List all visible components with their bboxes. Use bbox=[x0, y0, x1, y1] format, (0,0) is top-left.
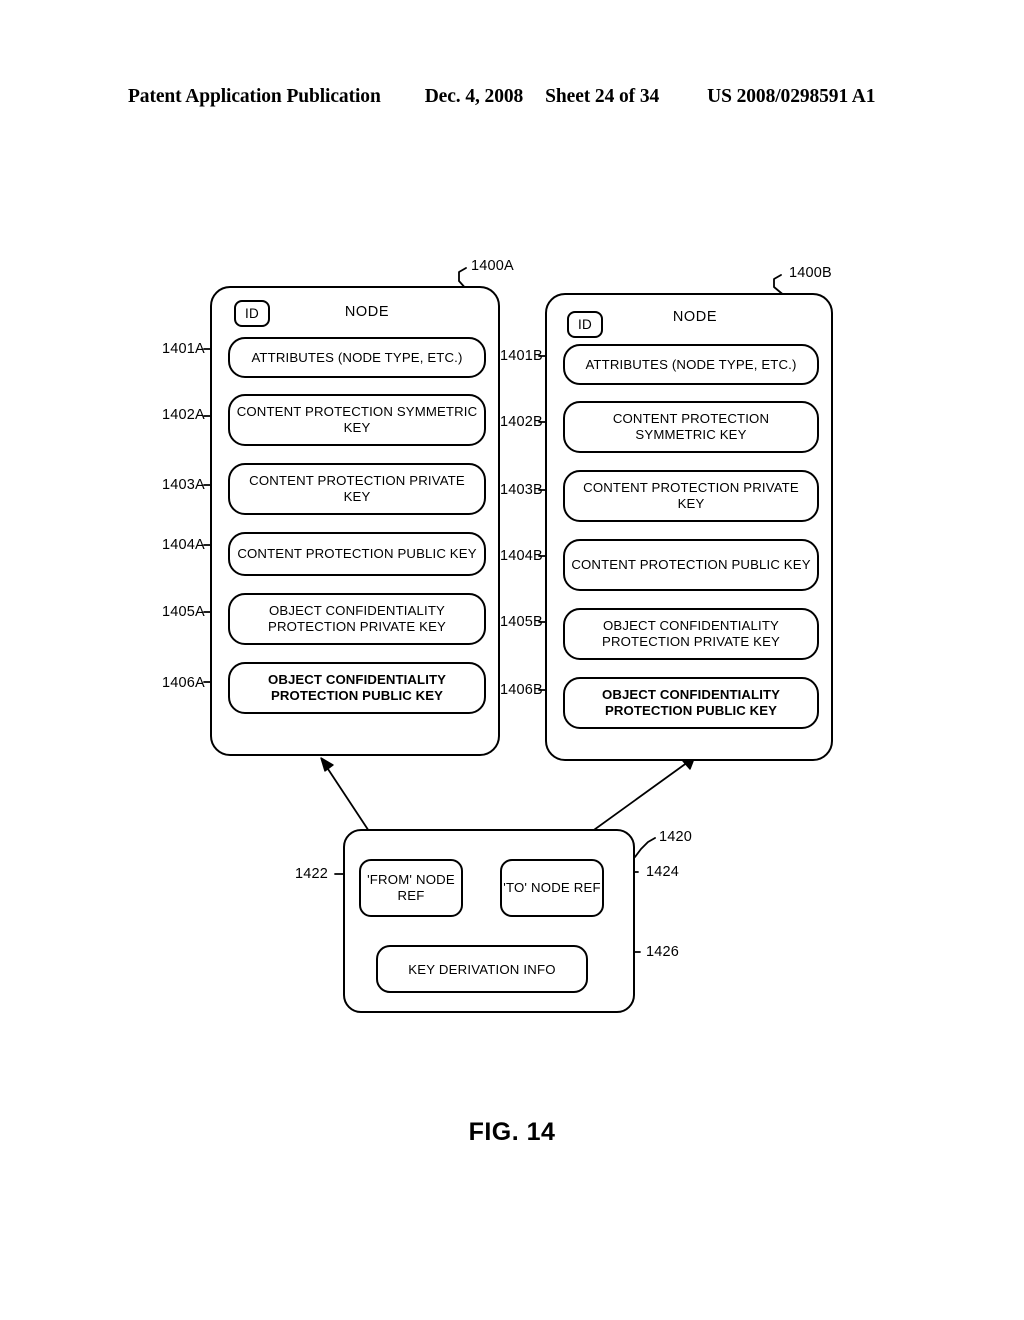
arrow-from-to-node-a-head bbox=[320, 757, 334, 772]
from-node-ref-box[interactable]: 'FROM' NODE REF bbox=[359, 859, 463, 917]
figure-caption: FIG. 14 bbox=[468, 1118, 556, 1146]
ref-numeral-1420: 1420 bbox=[659, 829, 693, 845]
link-box-1420[interactable]: 'FROM' NODE REF 'TO' NODE REF KEY DERIVA… bbox=[343, 829, 635, 1013]
node-1400b[interactable]: ID NODE ATTRIBUTES (NODE TYPE, ETC.) CON… bbox=[545, 293, 833, 761]
ref-numeral-1401a: 1401A bbox=[162, 341, 205, 357]
ref-numeral-1403b: 1403B bbox=[500, 482, 543, 498]
leader-1420 bbox=[634, 837, 656, 858]
header-patent-number: US 2008/0298591 A1 bbox=[707, 86, 876, 107]
to-node-ref-box[interactable]: 'TO' NODE REF bbox=[500, 859, 604, 917]
ref-numeral-1405b: 1405B bbox=[500, 614, 543, 630]
ref-numeral-1406b: 1406B bbox=[500, 682, 543, 698]
node-a-field-attributes[interactable]: ATTRIBUTES (NODE TYPE, ETC.) bbox=[228, 337, 486, 378]
ref-numeral-1426: 1426 bbox=[646, 944, 680, 960]
ref-numeral-1401b: 1401B bbox=[500, 348, 543, 364]
ref-numeral-1402a: 1402A bbox=[162, 407, 205, 423]
node-b-field-object-confidentiality-private-key[interactable]: OBJECT CONFIDENTIALITY PROTECTION PRIVAT… bbox=[563, 608, 819, 660]
ref-numeral-1403a: 1403A bbox=[162, 477, 205, 493]
ref-numeral-1406a: 1406A bbox=[162, 675, 205, 691]
node-b-field-attributes[interactable]: ATTRIBUTES (NODE TYPE, ETC.) bbox=[563, 344, 819, 385]
ref-numeral-1405a: 1405A bbox=[162, 604, 205, 620]
node-b-header: ID NODE bbox=[547, 303, 831, 341]
node-a-field-content-protection-private-key[interactable]: CONTENT PROTECTION PRIVATE KEY bbox=[228, 463, 486, 515]
header-date: Dec. 4, 2008 bbox=[424, 86, 524, 107]
page-header: Patent Application Publication Dec. 4, 2… bbox=[128, 86, 896, 112]
ref-numeral-1402b: 1402B bbox=[500, 414, 543, 430]
node-a-field-content-protection-symmetric-key[interactable]: CONTENT PROTECTION SYMMETRIC KEY bbox=[228, 394, 486, 446]
node-b-field-content-protection-public-key[interactable]: CONTENT PROTECTION PUBLIC KEY bbox=[563, 539, 819, 591]
ref-numeral-1400a: 1400A bbox=[471, 258, 514, 274]
ref-numeral-1424: 1424 bbox=[646, 864, 680, 880]
node-1400a[interactable]: ID NODE ATTRIBUTES (NODE TYPE, ETC.) CON… bbox=[210, 286, 500, 756]
node-b-field-content-protection-private-key[interactable]: CONTENT PROTECTION PRIVATE KEY bbox=[563, 470, 819, 522]
node-b-field-content-protection-symmetric-key[interactable]: CONTENT PROTECTION SYMMETRIC KEY bbox=[563, 401, 819, 453]
ref-numeral-1404a: 1404A bbox=[162, 537, 205, 553]
header-sheet-number: Sheet 24 of 34 bbox=[545, 86, 660, 107]
node-a-field-content-protection-public-key[interactable]: CONTENT PROTECTION PUBLIC KEY bbox=[228, 532, 486, 576]
ref-numeral-1400b: 1400B bbox=[789, 265, 832, 281]
ref-numeral-1422: 1422 bbox=[295, 866, 329, 882]
header-publication: Patent Application Publication bbox=[128, 86, 381, 107]
node-b-field-object-confidentiality-public-key[interactable]: OBJECT CONFIDENTIALITY PROTECTION PUBLIC… bbox=[563, 677, 819, 729]
node-b-title: NODE bbox=[672, 309, 718, 325]
node-a-field-object-confidentiality-private-key[interactable]: OBJECT CONFIDENTIALITY PROTECTION PRIVAT… bbox=[228, 593, 486, 645]
node-a-title: NODE bbox=[344, 304, 390, 320]
ref-numeral-1404b: 1404B bbox=[500, 548, 543, 564]
node-a-field-object-confidentiality-public-key[interactable]: OBJECT CONFIDENTIALITY PROTECTION PUBLIC… bbox=[228, 662, 486, 714]
key-derivation-info-box[interactable]: KEY DERIVATION INFO bbox=[376, 945, 588, 993]
node-a-header: ID NODE bbox=[212, 296, 498, 334]
